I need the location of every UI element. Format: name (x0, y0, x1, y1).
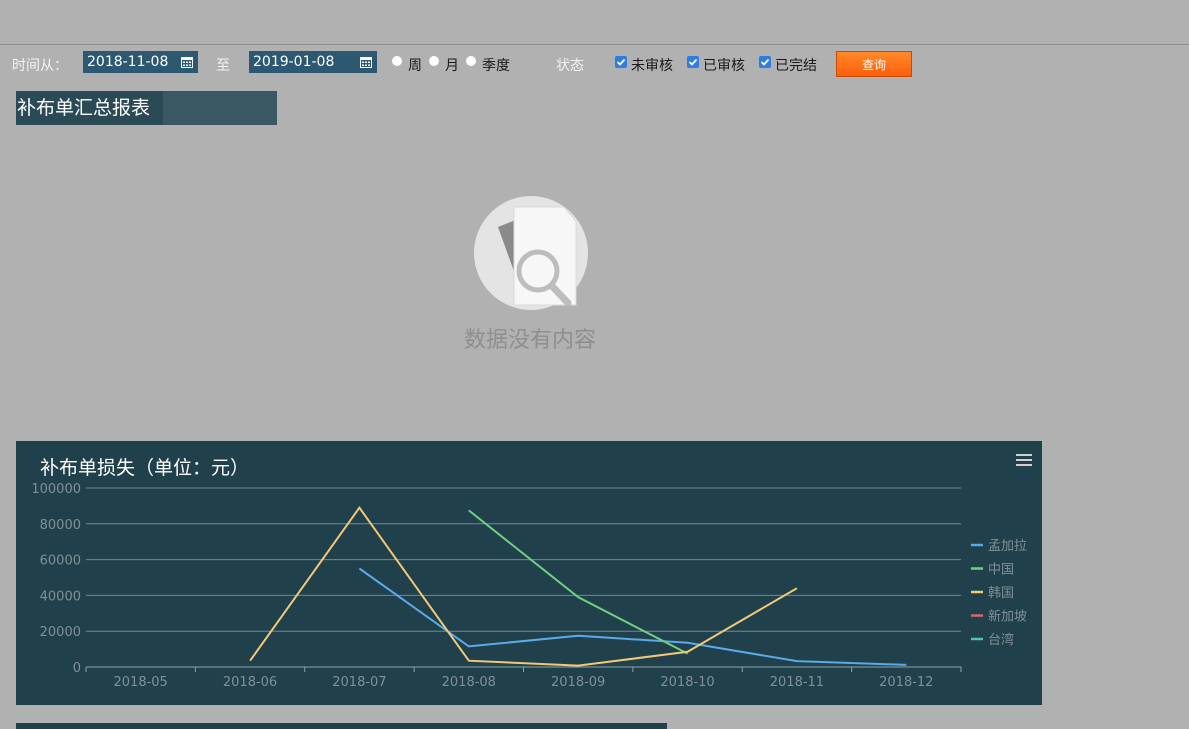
check-icon (688, 58, 698, 66)
status-label: 状态 (556, 58, 584, 74)
y-tick-label: 0 (73, 661, 81, 676)
legend-label: 韩国 (988, 586, 1014, 601)
x-tick-label: 2018-08 (442, 675, 496, 690)
y-tick-label: 100000 (31, 482, 81, 497)
start-date-input[interactable]: 2018-11-08 (83, 51, 198, 73)
y-tick-label: 40000 (40, 589, 81, 604)
checkbox-reviewed[interactable] (687, 56, 699, 68)
legend-label: 新加坡 (988, 609, 1027, 625)
legend-label: 孟加拉 (988, 539, 1027, 554)
checkbox-reviewed-label: 已审核 (703, 58, 745, 74)
x-tick-label: 2018-09 (551, 675, 605, 690)
radio-quarter[interactable] (466, 56, 476, 66)
check-icon (760, 58, 770, 66)
radio-week-label: 周 (408, 58, 422, 74)
radio-month-label: 月 (445, 58, 459, 74)
checkbox-unreviewed-label: 未审核 (631, 58, 673, 74)
legend-label: 中国 (988, 563, 1014, 578)
filter-bar: 时间从： 2018-11-08 至 2019-01-08 周 月 季度 状态 未… (0, 50, 1189, 78)
summary-report-header: 补布单汇总报表 (16, 91, 277, 125)
x-tick-label: 2018-11 (770, 675, 824, 690)
line-chart: 0 20000 40000 60000 80000 100000 2018-05 2018-0… (31, 482, 1027, 690)
loss-chart-panel: 补布单损失（单位：元） 0 20000 40000 60000 80000 100000 2… (16, 441, 1042, 705)
x-tick-label: 2018-10 (660, 675, 714, 690)
query-button[interactable]: 查询 (836, 51, 912, 77)
x-tick-label: 2018-07 (332, 675, 386, 690)
x-tick-label: 2018-12 (879, 675, 933, 690)
checkbox-unreviewed[interactable] (615, 56, 627, 68)
start-date-value: 2018-11-08 (87, 54, 169, 70)
y-tick-label: 60000 (40, 554, 81, 569)
radio-month[interactable] (429, 56, 439, 66)
radio-quarter-label: 季度 (482, 58, 510, 74)
calendar-icon[interactable] (360, 56, 372, 68)
checkbox-completed-label: 已完结 (775, 58, 817, 74)
y-tick-label: 20000 (40, 625, 81, 640)
x-tick-label: 2018-06 (223, 675, 277, 690)
check-icon (616, 58, 626, 66)
next-panel-edge (16, 723, 667, 729)
date-from-label: 时间从： (12, 58, 68, 74)
top-bar (0, 0, 1189, 45)
radio-week[interactable] (392, 56, 402, 66)
calendar-icon[interactable] (181, 56, 193, 68)
series-line (358, 567, 907, 666)
legend-label: 台湾 (988, 632, 1014, 648)
series-line (468, 509, 689, 655)
end-date-value: 2019-01-08 (253, 54, 335, 70)
end-date-input[interactable]: 2019-01-08 (249, 51, 377, 73)
y-tick-label: 80000 (40, 518, 81, 533)
summary-report-title: 补布单汇总报表 (16, 91, 163, 125)
empty-data-text: 数据没有内容 (463, 328, 596, 353)
checkbox-completed[interactable] (759, 56, 771, 68)
date-to-label: 至 (216, 58, 230, 74)
x-tick-label: 2018-05 (114, 675, 168, 690)
